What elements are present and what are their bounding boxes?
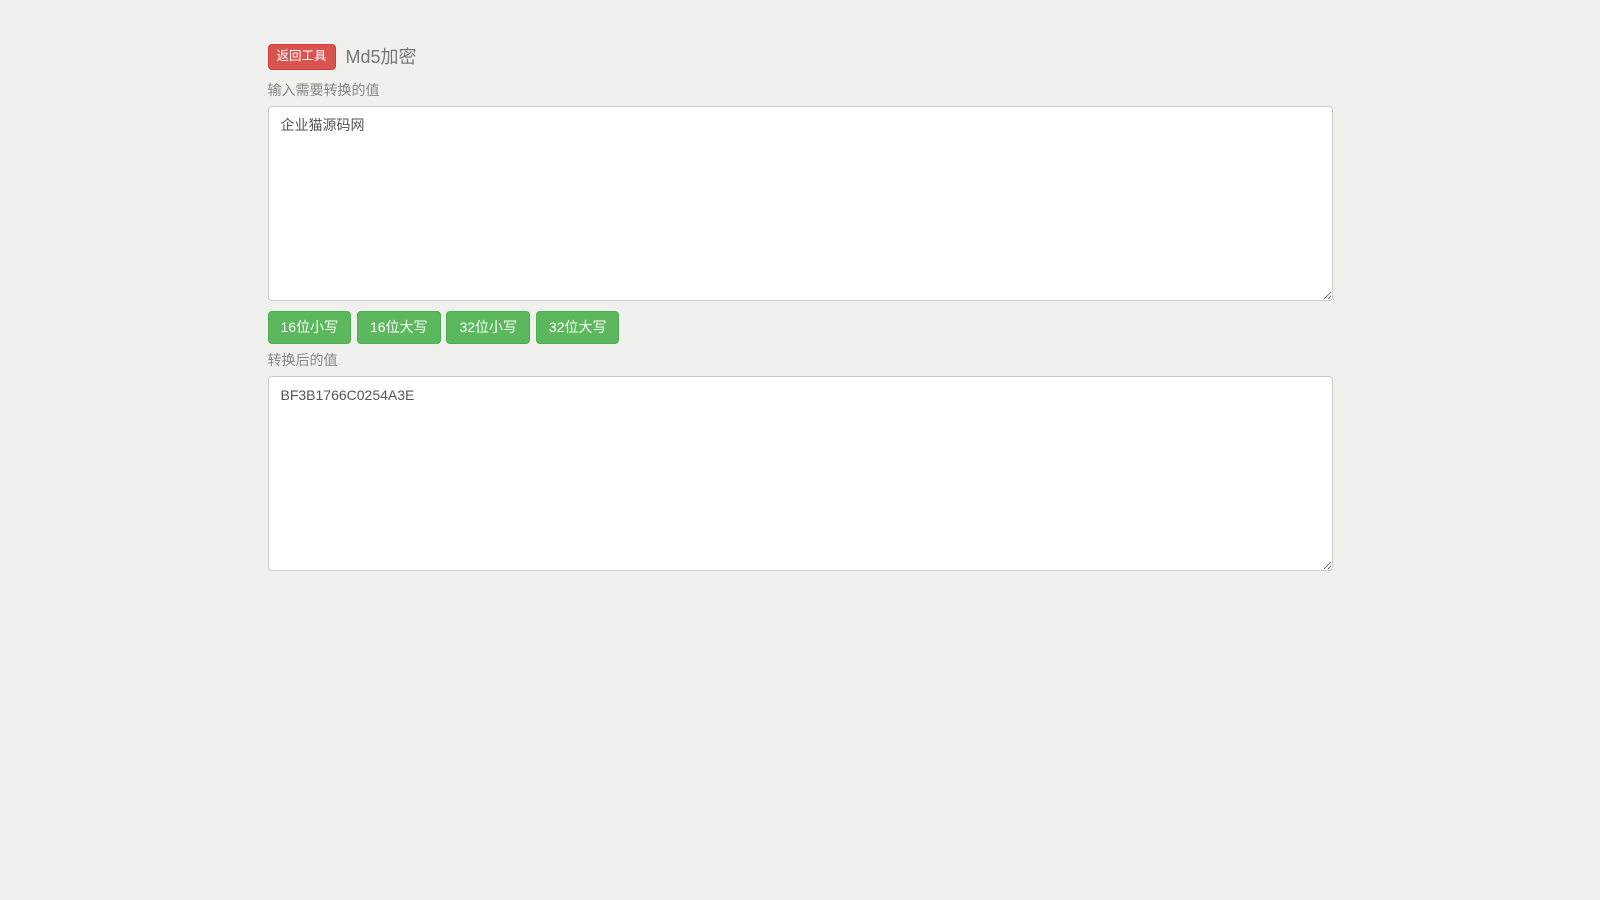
back-button[interactable]: 返回工具 <box>268 44 336 70</box>
output-textarea[interactable] <box>268 376 1333 571</box>
page-title: Md5加密 <box>346 48 417 66</box>
header: 返回工具 Md5加密 <box>268 44 1333 70</box>
input-textarea[interactable] <box>268 106 1333 301</box>
btn-16-lower[interactable]: 16位小写 <box>268 311 352 345</box>
btn-32-lower[interactable]: 32位小写 <box>446 311 530 345</box>
input-label: 输入需要转换的值 <box>268 80 1333 100</box>
main-container: 返回工具 Md5加密 输入需要转换的值 16位小写 16位大写 32位小写 32… <box>268 0 1333 571</box>
btn-32-upper[interactable]: 32位大写 <box>536 311 620 345</box>
output-label: 转换后的值 <box>268 350 1333 370</box>
btn-16-upper[interactable]: 16位大写 <box>357 311 441 345</box>
action-button-row: 16位小写 16位大写 32位小写 32位大写 <box>268 311 1333 345</box>
